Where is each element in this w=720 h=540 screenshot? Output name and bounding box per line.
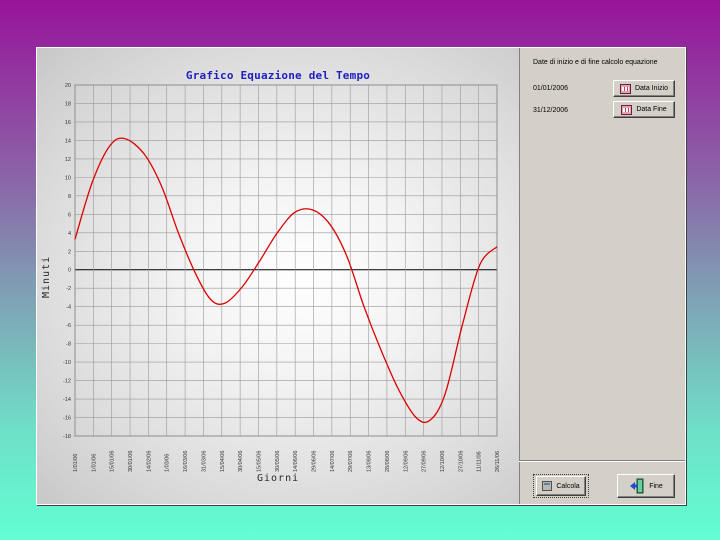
x-tick-label: 27/10/06 [458, 451, 464, 472]
x-tick-label: 29/06/06 [312, 451, 318, 472]
y-tick-label: 6 [68, 212, 71, 218]
y-tick-label: 2 [68, 249, 71, 255]
x-tick-label: 1/01/06 [91, 454, 97, 472]
x-tick-label: 15/04/06 [220, 451, 226, 472]
calendar-icon [621, 104, 633, 115]
end-date-button-label: Data Fine [636, 106, 667, 113]
y-tick-label: 4 [68, 231, 71, 237]
y-tick-label: 12 [65, 157, 71, 163]
chart-area: 20 18 16 14 12 10 8 6 4 2 0 -2 -4 -6 -8 -10 -12 -14 -16 -18… [37, 48, 520, 504]
calculator-icon [542, 481, 553, 491]
x-tick-label: 15/05/06 [256, 451, 262, 472]
y-tick-label: -6 [66, 323, 71, 329]
chart-title: Grafico Equazione del Tempo [185, 69, 371, 82]
end-date-button[interactable]: Data Fine [613, 101, 675, 118]
y-tick-label: -10 [63, 360, 71, 366]
x-tick-label: 11/11/06 [477, 451, 483, 472]
panel-divider [519, 460, 685, 462]
x-tick-label: 14/06/06 [293, 451, 299, 472]
exit-button[interactable]: Fine [617, 474, 675, 498]
start-date-button[interactable]: Data Inizio [613, 80, 675, 97]
x-tick-label: 28/08/06 [385, 451, 391, 472]
y-tick-label: -8 [66, 342, 71, 348]
y-tick-label: -14 [63, 397, 71, 403]
date-range-label: Date di inizio e di fine calcolo equazio… [533, 59, 658, 66]
start-date-value: 01/01/2006 [533, 85, 569, 92]
y-tick-label: 14 [65, 138, 71, 144]
x-tick-label: 26/11/06 [495, 451, 501, 472]
x-tick-label: 1/03/06 [165, 454, 171, 472]
exit-button-label: Fine [649, 482, 663, 490]
y-tick-label: -2 [66, 286, 71, 292]
calendar-icon [619, 83, 631, 94]
y-axis-label: Minuti [41, 255, 52, 298]
start-date-button-label: Data Inizio [634, 85, 669, 92]
x-tick-label: 12/09/06 [403, 451, 409, 472]
x-tick-label: 30/01/06 [128, 451, 134, 472]
y-tick-label: 10 [65, 175, 71, 181]
y-tick-label: 18 [65, 101, 71, 107]
x-tick-label: 27/09/06 [422, 451, 428, 472]
y-tick-label: -12 [63, 379, 71, 385]
calc-button[interactable]: Calcola [536, 476, 586, 496]
x-tick-label: 1/01/06 [73, 454, 79, 472]
x-tick-label: 14/07/06 [330, 451, 336, 472]
equation-of-time-line [74, 137, 498, 424]
x-tick-label: 14/02/06 [146, 451, 152, 472]
plot-frame [74, 84, 498, 437]
y-tick-label: 0 [68, 268, 71, 274]
y-tick-label: 20 [65, 83, 71, 89]
y-tick-label: 8 [68, 194, 71, 200]
x-tick-label: 16/03/06 [183, 451, 189, 472]
y-tick-label: 16 [65, 120, 71, 126]
x-axis-label: Giorni [257, 473, 300, 484]
x-tick-label: 30/04/06 [238, 451, 244, 472]
y-tick-label: -4 [66, 305, 71, 311]
calc-button-label: Calcola [556, 482, 580, 490]
end-date-value: 31/12/2006 [533, 107, 569, 114]
y-tick-label: -16 [63, 416, 71, 422]
x-tick-label: 31/03/06 [201, 451, 207, 472]
x-tick-label: 29/07/06 [348, 451, 354, 472]
x-tick-label: 13/08/06 [367, 451, 373, 472]
app-window: 20 18 16 14 12 10 8 6 4 2 0 -2 -4 -6 -8 -10 -12 -14 -16 -18… [36, 47, 686, 505]
chart-svg: 20181614121086420-2-4-6-8-10-12-14-16-18… [63, 83, 501, 472]
exit-door-icon [630, 478, 644, 494]
y-tick-label: -18 [63, 434, 71, 440]
x-tick-label: 30/05/06 [275, 451, 281, 472]
x-tick-label: 15/01/06 [110, 451, 116, 472]
x-tick-label: 12/10/06 [440, 451, 446, 472]
control-panel: Date di inizio e di fine calcolo equazio… [519, 48, 685, 504]
